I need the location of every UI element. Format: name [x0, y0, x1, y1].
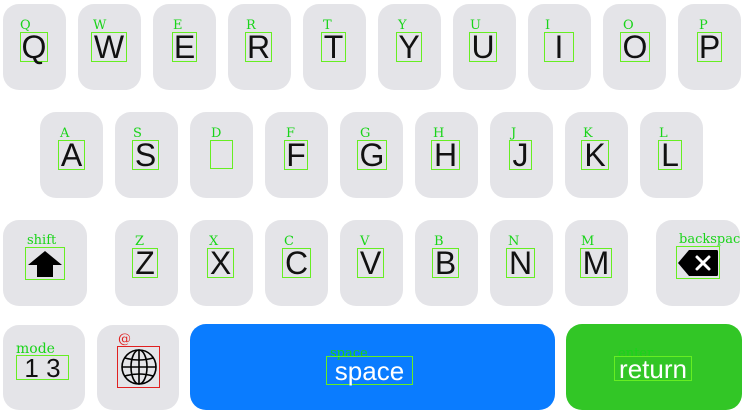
key-s-label: S: [132, 139, 159, 171]
key-u-label: U: [469, 31, 497, 63]
key-v-label: V: [357, 247, 384, 279]
key-k[interactable]: K K: [565, 112, 628, 198]
shift-key-tag: shift: [27, 233, 57, 248]
key-w[interactable]: W W: [78, 4, 141, 90]
mode-key[interactable]: mode 1 3: [3, 325, 85, 410]
return-key[interactable]: enter return: [566, 324, 742, 410]
key-h[interactable]: H H: [415, 112, 478, 198]
key-w-label: W: [91, 31, 127, 63]
key-o[interactable]: O O: [603, 4, 666, 90]
key-f-label: F: [284, 139, 308, 171]
globe-shape: [120, 349, 157, 385]
key-t[interactable]: T T: [303, 4, 366, 90]
key-n-label: N: [506, 247, 535, 279]
key-x[interactable]: X X: [190, 220, 253, 306]
key-a[interactable]: A A: [40, 112, 103, 198]
key-y[interactable]: Y Y: [378, 4, 441, 90]
key-n[interactable]: N N: [490, 220, 553, 306]
space-key-label: space: [326, 356, 413, 385]
backspace-key-tag: backspace: [679, 233, 740, 246]
key-i-tag: I: [545, 18, 551, 33]
key-j-label: J: [509, 139, 532, 171]
key-z[interactable]: Z Z: [115, 220, 178, 306]
key-b-label: B: [432, 247, 459, 279]
backspace-icon: [676, 246, 720, 279]
key-o-label: O: [620, 31, 650, 63]
key-g[interactable]: G G: [340, 112, 403, 198]
key-f[interactable]: F F: [265, 112, 328, 198]
key-z-label: Z: [132, 247, 158, 279]
key-s[interactable]: S S: [115, 112, 178, 198]
globe-key-tag: @: [118, 332, 131, 347]
key-d[interactable]: D: [190, 112, 253, 198]
globe-icon: [117, 346, 160, 388]
mode-key-label: 1 3: [16, 355, 69, 381]
return-key-label: return: [614, 356, 692, 382]
space-key[interactable]: space space: [190, 324, 555, 410]
key-b[interactable]: B B: [415, 220, 478, 306]
key-m[interactable]: M M: [565, 220, 628, 306]
backspace-shape: [678, 249, 718, 276]
key-u[interactable]: U U: [453, 4, 516, 90]
backspace-key[interactable]: backspace: [656, 220, 740, 306]
key-h-label: H: [431, 139, 460, 171]
key-d-tag: D: [211, 126, 222, 141]
keyboard: Q Q W W E E R R T T Y Y U U I I O O P P …: [0, 0, 745, 413]
key-e-label: E: [172, 29, 197, 65]
key-g-label: G: [357, 139, 387, 171]
key-c[interactable]: C C: [265, 220, 328, 306]
key-c-label: C: [282, 247, 311, 279]
key-e[interactable]: E E: [153, 4, 216, 90]
key-p[interactable]: P P: [678, 4, 741, 90]
key-m-label: M: [580, 247, 612, 279]
key-x-label: X: [207, 247, 234, 279]
key-t-label: T: [321, 31, 346, 63]
key-y-label: Y: [396, 31, 422, 63]
key-d-label: [210, 140, 233, 169]
shift-arrow-icon: [25, 247, 65, 280]
shift-key[interactable]: shift: [3, 220, 87, 306]
globe-key[interactable]: @: [97, 325, 179, 410]
key-l-label: L: [658, 139, 682, 171]
key-q[interactable]: Q Q: [3, 4, 66, 90]
key-i-label: I: [544, 31, 574, 63]
shift-arrow-shape: [28, 250, 62, 277]
key-r-label: R: [245, 29, 272, 65]
key-j[interactable]: J J: [490, 112, 553, 198]
key-q-label: Q: [20, 29, 48, 65]
key-a-label: A: [58, 139, 85, 171]
key-p-label: P: [697, 29, 722, 65]
key-v[interactable]: V V: [340, 220, 403, 306]
key-l[interactable]: L L: [640, 112, 703, 198]
key-k-label: K: [581, 139, 609, 171]
key-i[interactable]: I I: [528, 4, 591, 90]
key-r[interactable]: R R: [228, 4, 291, 90]
